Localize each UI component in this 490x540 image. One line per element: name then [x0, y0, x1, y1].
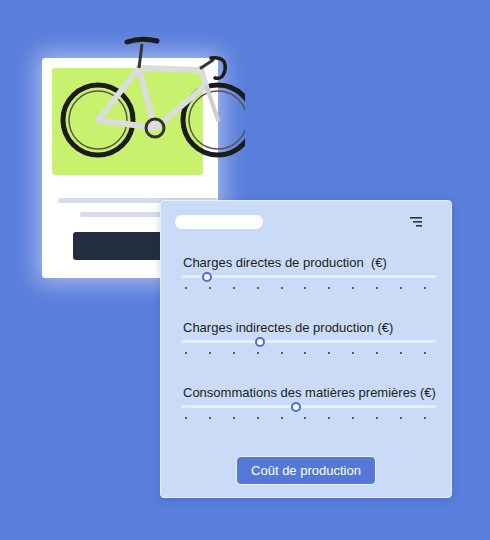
tick-dot — [400, 287, 402, 289]
tick-dot — [376, 352, 378, 354]
slider-row: Charges directes de production (€) — [181, 255, 436, 289]
tick-dot — [209, 352, 211, 354]
tick-dot — [424, 417, 426, 419]
tick-dot — [328, 352, 330, 354]
cost-panel: Charges directes de production (€) Charge… — [160, 200, 452, 498]
tick-dot — [424, 287, 426, 289]
slider-ticks — [181, 352, 436, 354]
panel-header — [175, 215, 436, 229]
production-cost-button[interactable]: Coût de production — [236, 456, 376, 485]
tick-dot — [352, 287, 354, 289]
tick-dot — [257, 287, 259, 289]
slider-label: Charges indirectes de production (€) — [183, 320, 436, 336]
slider-thumb[interactable] — [255, 337, 265, 347]
tick-dot — [376, 417, 378, 419]
tick-dot — [400, 352, 402, 354]
tick-dot — [424, 352, 426, 354]
tick-dot — [185, 352, 187, 354]
tick-dot — [281, 417, 283, 419]
tick-dot — [352, 352, 354, 354]
tick-dot — [281, 287, 283, 289]
canvas: Charges directes de production (€) Charge… — [0, 0, 490, 540]
tick-dot — [185, 287, 187, 289]
slider-thumb[interactable] — [291, 402, 301, 412]
tick-dot — [304, 287, 306, 289]
tick-dot — [233, 287, 235, 289]
slider-label: Charges directes de production (€) — [183, 255, 436, 271]
slider-row: Charges indirectes de production (€) — [181, 320, 436, 354]
tick-dot — [400, 417, 402, 419]
tick-dot — [281, 352, 283, 354]
tick-dot — [257, 352, 259, 354]
tick-dot — [328, 287, 330, 289]
tick-dot — [304, 352, 306, 354]
tick-dot — [352, 417, 354, 419]
slider-list: Charges directes de production (€) Charge… — [181, 255, 436, 419]
tick-dot — [209, 287, 211, 289]
tick-dot — [328, 417, 330, 419]
slider-thumb[interactable] — [202, 272, 212, 282]
tick-dot — [257, 417, 259, 419]
tick-dot — [376, 287, 378, 289]
slider-track[interactable] — [181, 275, 436, 278]
filter-icon[interactable] — [410, 217, 422, 227]
title-placeholder — [175, 215, 263, 229]
button-row: Coût de production — [176, 456, 436, 485]
slider-ticks — [181, 287, 436, 289]
slider-label: Consommations des matières premières (€) — [183, 385, 436, 401]
slider-row: Consommations des matières premières (€) — [181, 385, 436, 419]
tick-dot — [233, 352, 235, 354]
tick-dot — [209, 417, 211, 419]
tick-dot — [233, 417, 235, 419]
slider-track[interactable] — [181, 340, 436, 343]
tick-dot — [304, 417, 306, 419]
tick-dot — [185, 417, 187, 419]
slider-track[interactable] — [181, 405, 436, 408]
slider-ticks — [181, 417, 436, 419]
bicycle-icon — [55, 28, 245, 163]
